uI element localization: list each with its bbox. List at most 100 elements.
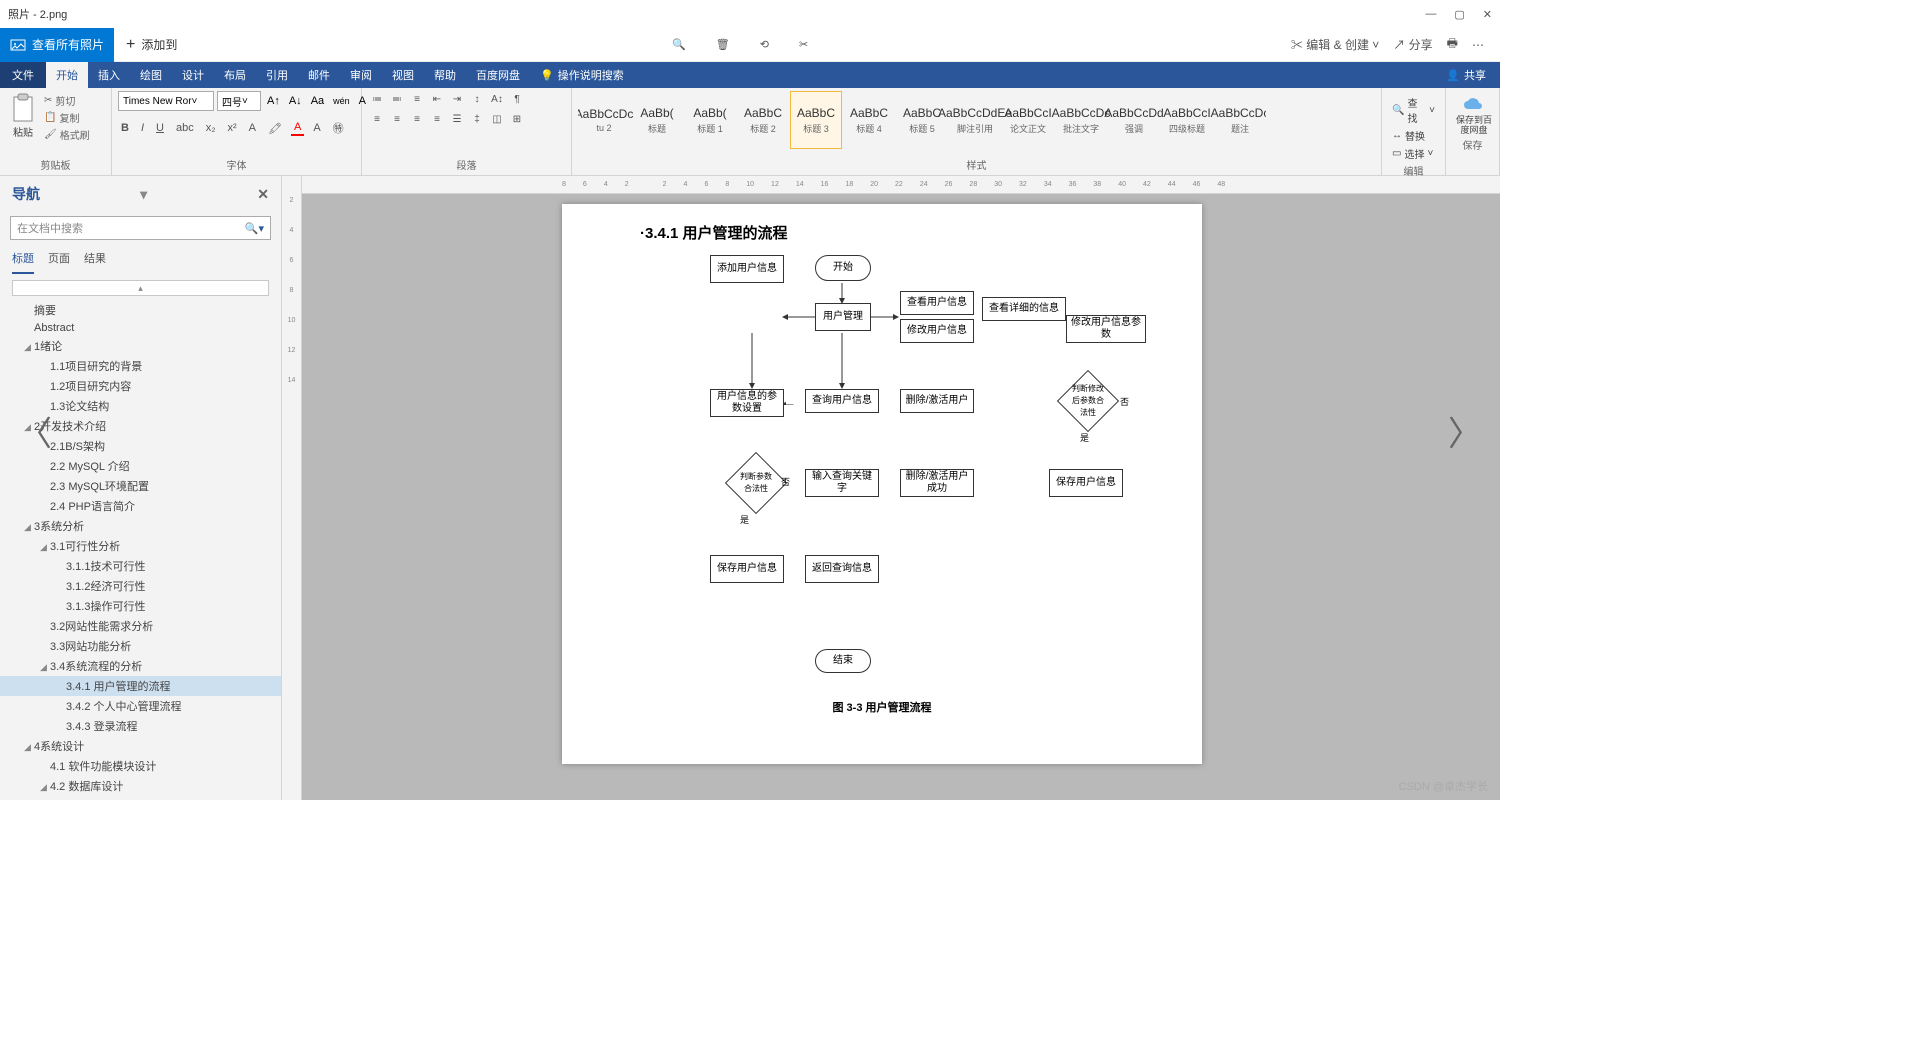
tree-node[interactable]: ◢3.1可行性分析 [0, 536, 281, 556]
nav-tab-pages[interactable]: 页面 [48, 250, 70, 274]
tree-node[interactable]: ◢3系统分析 [0, 516, 281, 536]
text-effects-icon[interactable]: A [246, 121, 259, 135]
delete-icon[interactable]: 🗑 [716, 38, 730, 51]
align-center-icon[interactable]: ≡ [388, 111, 406, 127]
view-all-photos-button[interactable]: 查看所有照片 [0, 28, 114, 62]
numbering-icon[interactable]: ≕ [388, 91, 406, 107]
tree-node[interactable]: ◢4系统设计 [0, 736, 281, 756]
char-shading-icon[interactable]: A [310, 121, 323, 135]
style-item[interactable]: AaBbCcDc批注文字 [1055, 91, 1107, 149]
tree-node[interactable]: 2.3 MySQL环境配置 [0, 476, 281, 496]
tab-insert[interactable]: 插入 [88, 62, 130, 88]
distribute-icon[interactable]: ☰ [448, 111, 466, 127]
tree-node[interactable]: 2.4 PHP语言简介 [0, 496, 281, 516]
tree-node[interactable]: 4.1 软件功能模块设计 [0, 756, 281, 776]
show-marks-icon[interactable]: ¶ [508, 91, 526, 107]
minimize-icon[interactable]: — [1425, 8, 1436, 21]
tree-node[interactable]: 3.1.1技术可行性 [0, 556, 281, 576]
highlight-icon[interactable]: 🖍 [265, 121, 285, 136]
style-item[interactable]: AaBbC标题 2 [737, 91, 789, 149]
nav-expand-all[interactable]: ▴ [12, 280, 269, 296]
tree-node[interactable]: Abstract [0, 320, 281, 336]
tree-node[interactable]: 3.2网站性能需求分析 [0, 616, 281, 636]
tab-home[interactable]: 开始 [46, 62, 88, 88]
tree-node[interactable]: 1.2项目研究内容 [0, 376, 281, 396]
document-area[interactable]: ·3.4.1 用户管理的流程 开始 [302, 194, 1500, 800]
tab-mail[interactable]: 邮件 [298, 62, 340, 88]
style-item[interactable]: AaBbCcI四级标题 [1161, 91, 1213, 149]
tree-node[interactable]: 3.4.2 个人中心管理流程 [0, 696, 281, 716]
tree-node[interactable]: 3.4.1 用户管理的流程 [0, 676, 281, 696]
text-direction-icon[interactable]: A↕ [488, 91, 506, 107]
tab-design[interactable]: 设计 [172, 62, 214, 88]
shading-icon[interactable]: ◫ [488, 111, 506, 127]
replace-button[interactable]: ↔ 替换 [1392, 128, 1435, 143]
next-photo-arrow[interactable]: 〉 [1448, 407, 1482, 456]
grow-font-icon[interactable]: A↑ [264, 94, 283, 108]
font-size-select[interactable]: 四号 ˅ [217, 91, 261, 111]
font-name-select[interactable]: Times New Ror ˅ [118, 91, 214, 111]
zoom-icon[interactable]: 🔍 [672, 38, 686, 51]
tab-layout[interactable]: 布局 [214, 62, 256, 88]
nav-tab-results[interactable]: 结果 [84, 250, 106, 274]
tell-me-search[interactable]: 💡 操作说明搜索 [530, 62, 634, 88]
tree-node[interactable]: 3.1.2经济可行性 [0, 576, 281, 596]
tab-draw[interactable]: 绘图 [130, 62, 172, 88]
phonetic-icon[interactable]: wén [330, 95, 353, 107]
italic-button[interactable]: I [138, 121, 147, 135]
nav-search-input[interactable]: 在文档中搜索🔍▾ [10, 216, 271, 240]
nav-tab-headings[interactable]: 标题 [12, 250, 34, 274]
style-item[interactable]: AaBbCcI论文正文 [1002, 91, 1054, 149]
tree-node[interactable]: ◢4.2 数据库设计 [0, 776, 281, 796]
font-color-icon[interactable]: A [291, 120, 304, 136]
cut-button[interactable]: ✂ 剪切 [44, 93, 90, 108]
align-left-icon[interactable]: ≡ [368, 111, 386, 127]
style-item[interactable]: AaBbCcDd强调 [1108, 91, 1160, 149]
tree-node[interactable]: 摘要 [0, 300, 281, 320]
change-case-icon[interactable]: Aa [308, 94, 327, 108]
indent-dec-icon[interactable]: ⇤ [428, 91, 446, 107]
copy-button[interactable]: 📋 复制 [44, 110, 90, 125]
borders-icon[interactable]: ⊞ [508, 111, 526, 127]
tab-help[interactable]: 帮助 [424, 62, 466, 88]
bold-button[interactable]: B [118, 121, 132, 135]
tree-node[interactable]: ◢1绪论 [0, 336, 281, 356]
find-button[interactable]: 🔍 查找 ˅ [1392, 95, 1435, 125]
prev-photo-arrow[interactable]: 〈 [18, 407, 52, 456]
style-item[interactable]: AaBbC标题 3 [790, 91, 842, 149]
enclose-char-icon[interactable]: ㊕ [330, 119, 347, 137]
share-button-word[interactable]: 👤 共享 [1432, 62, 1500, 88]
justify-icon[interactable]: ≡ [428, 111, 446, 127]
save-to-cloud-button[interactable]: 保存到百度网盘 [1452, 91, 1496, 135]
style-item[interactable]: AaBb(标题 [631, 91, 683, 149]
tree-node[interactable]: 3.4.3 登录流程 [0, 716, 281, 736]
strike-button[interactable]: abc [173, 121, 197, 135]
style-item[interactable]: AaBbCcDdEe脚注引用 [949, 91, 1001, 149]
print-icon[interactable]: 🖶 [1447, 34, 1458, 55]
style-item[interactable]: AaBbC标题 5 [896, 91, 948, 149]
styles-gallery[interactable]: AaBbCcDctu 2AaBb(标题AaBb(标题 1AaBbC标题 2AaB… [578, 91, 1266, 149]
tab-baidu[interactable]: 百度网盘 [466, 62, 530, 88]
edit-create-button[interactable]: ✂ 编辑 & 创建 ˅ [1291, 36, 1379, 53]
bullets-icon[interactable]: ≔ [368, 91, 386, 107]
tree-node[interactable]: ◢3.4系统流程的分析 [0, 656, 281, 676]
shrink-font-icon[interactable]: A↓ [286, 94, 305, 108]
paste-button[interactable]: 粘贴 [6, 91, 40, 141]
align-right-icon[interactable]: ≡ [408, 111, 426, 127]
tree-node[interactable]: 3.1.3操作可行性 [0, 596, 281, 616]
tab-view[interactable]: 视图 [382, 62, 424, 88]
rotate-icon[interactable]: ⟲ [760, 38, 769, 51]
underline-button[interactable]: U [153, 121, 167, 135]
style-item[interactable]: AaBb(标题 1 [684, 91, 736, 149]
tree-node[interactable]: 2.2 MySQL 介绍 [0, 456, 281, 476]
add-to-button[interactable]: + 添加到 [114, 36, 189, 54]
line-spacing-icon[interactable]: ‡ [468, 111, 486, 127]
select-button[interactable]: ▭ 选择 ˅ [1392, 146, 1435, 161]
style-item[interactable]: AaBbC标题 4 [843, 91, 895, 149]
tree-node[interactable]: 4.2.1 概念模型设计 [0, 796, 281, 800]
style-item[interactable]: AaBbCcDctu 2 [578, 91, 630, 149]
multilevel-icon[interactable]: ≡ [408, 91, 426, 107]
tree-node[interactable]: 1.1项目研究的背景 [0, 356, 281, 376]
tab-references[interactable]: 引用 [256, 62, 298, 88]
sort-icon[interactable]: ↕ [468, 91, 486, 107]
